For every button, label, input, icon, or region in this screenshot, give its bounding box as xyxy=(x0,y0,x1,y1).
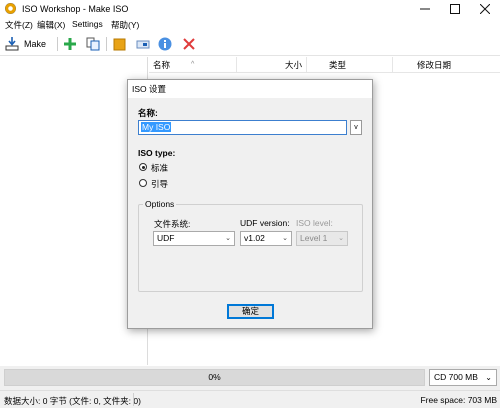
udf-version-label: UDF version: xyxy=(240,218,290,228)
info-icon xyxy=(158,37,172,51)
make-label: Make xyxy=(24,39,47,49)
ok-button[interactable]: 确定 xyxy=(227,304,274,319)
iso-type-boot-label[interactable]: 引导 xyxy=(151,178,168,190)
name-label: 名称: xyxy=(138,108,158,118)
column-name[interactable]: 名称 ^ xyxy=(149,57,237,73)
column-size[interactable]: 大小 xyxy=(237,57,307,73)
column-size-label: 大小 xyxy=(284,60,302,70)
file-system-label: 文件系统: xyxy=(154,219,191,229)
file-system-value: UDF xyxy=(157,233,175,243)
status-data-size: 数据大小: 0 字节 (文件: 0, 文件夹: 0) xyxy=(4,396,141,406)
column-modified[interactable]: 修改日期 xyxy=(393,57,500,73)
plus-icon xyxy=(64,38,76,50)
iso-level-label: ISO level: xyxy=(296,218,333,228)
rename-icon xyxy=(136,40,150,49)
chevron-down-icon: ⌄ xyxy=(485,373,492,382)
menu-settings[interactable]: Settings xyxy=(72,19,103,29)
maximize-icon xyxy=(450,4,460,14)
dialog-title: ISO 设置 xyxy=(128,80,372,98)
iso-settings-dialog: ISO 设置 名称: My ISO v ISO type: 标准 引导 Opti… xyxy=(127,79,373,329)
close-button[interactable] xyxy=(470,0,500,18)
progress-text: 0% xyxy=(208,372,221,382)
file-system-select[interactable]: UDF ⌄ xyxy=(153,231,235,246)
sort-up-icon: ^ xyxy=(191,61,195,68)
menu-file[interactable]: 文件(Z) xyxy=(5,19,33,31)
minimize-icon xyxy=(420,8,430,10)
iso-type-boot-radio[interactable] xyxy=(139,179,147,187)
iso-type-standard-radio[interactable] xyxy=(139,163,147,171)
options-legend: Options xyxy=(143,199,177,209)
properties-button[interactable] xyxy=(158,35,172,53)
menu-help[interactable]: 帮助(Y) xyxy=(111,19,139,31)
udf-version-select[interactable]: v1.02 ⌄ xyxy=(240,231,292,246)
column-name-label: 名称 xyxy=(153,60,171,70)
make-button[interactable]: Make xyxy=(5,35,46,53)
iso-type-label: ISO type: xyxy=(138,148,176,158)
name-options-button[interactable]: v xyxy=(350,120,362,135)
window-title: ISO Workshop - Make ISO xyxy=(22,4,129,14)
status-bar: 数据大小: 0 字节 (文件: 0, 文件夹: 0) Free space: 7… xyxy=(0,390,500,408)
status-free-space: Free space: 703 MB xyxy=(420,395,497,405)
column-type-label: 类型 xyxy=(329,60,347,70)
add-folder-button[interactable] xyxy=(86,35,100,53)
capacity-progress: 0% xyxy=(4,369,425,386)
new-folder-button[interactable] xyxy=(113,35,127,53)
minimize-button[interactable] xyxy=(410,0,440,18)
app-logo-icon xyxy=(5,3,16,14)
udf-version-value: v1.02 xyxy=(244,233,265,243)
make-iso-icon xyxy=(5,37,19,51)
menu-bar: 文件(Z) 编辑(X) Settings 帮助(Y) xyxy=(0,18,500,32)
column-modified-label: 修改日期 xyxy=(417,60,452,70)
iso-name-value: My ISO xyxy=(141,122,172,132)
menu-edit[interactable]: 编辑(X) xyxy=(37,19,65,31)
iso-type-standard-label[interactable]: 标准 xyxy=(151,162,168,174)
maximize-button[interactable] xyxy=(440,0,470,18)
iso-name-input[interactable]: My ISO xyxy=(138,120,347,135)
toolbar-divider xyxy=(57,37,58,51)
title-bar: ISO Workshop - Make ISO xyxy=(0,0,500,18)
iso-level-select: Level 1 ⌄ xyxy=(296,231,348,246)
folder-tree-pane[interactable] xyxy=(0,57,148,365)
chevron-down-icon: ⌄ xyxy=(225,235,231,242)
toolbar: Make xyxy=(0,32,500,56)
iso-level-value: Level 1 xyxy=(300,233,328,243)
delete-button[interactable] xyxy=(183,35,195,53)
column-type[interactable]: 类型 xyxy=(307,57,393,73)
capacity-selected: CD 700 MB xyxy=(434,372,478,382)
copy-files-icon xyxy=(86,37,100,51)
toolbar-divider xyxy=(106,37,107,51)
close-icon xyxy=(480,4,490,14)
chevron-down-icon: ⌄ xyxy=(282,235,288,242)
rename-button[interactable] xyxy=(136,35,150,53)
status-divider xyxy=(133,393,134,406)
add-files-button[interactable] xyxy=(63,35,77,53)
chevron-down-icon: ⌄ xyxy=(338,235,344,242)
delete-x-icon xyxy=(183,38,195,50)
file-list-header: 名称 ^ 大小 类型 修改日期 xyxy=(149,57,500,73)
folder-icon xyxy=(113,38,126,51)
capacity-bar: 0% CD 700 MB ⌄ xyxy=(0,366,500,390)
capacity-dropdown[interactable]: CD 700 MB ⌄ xyxy=(429,369,497,386)
